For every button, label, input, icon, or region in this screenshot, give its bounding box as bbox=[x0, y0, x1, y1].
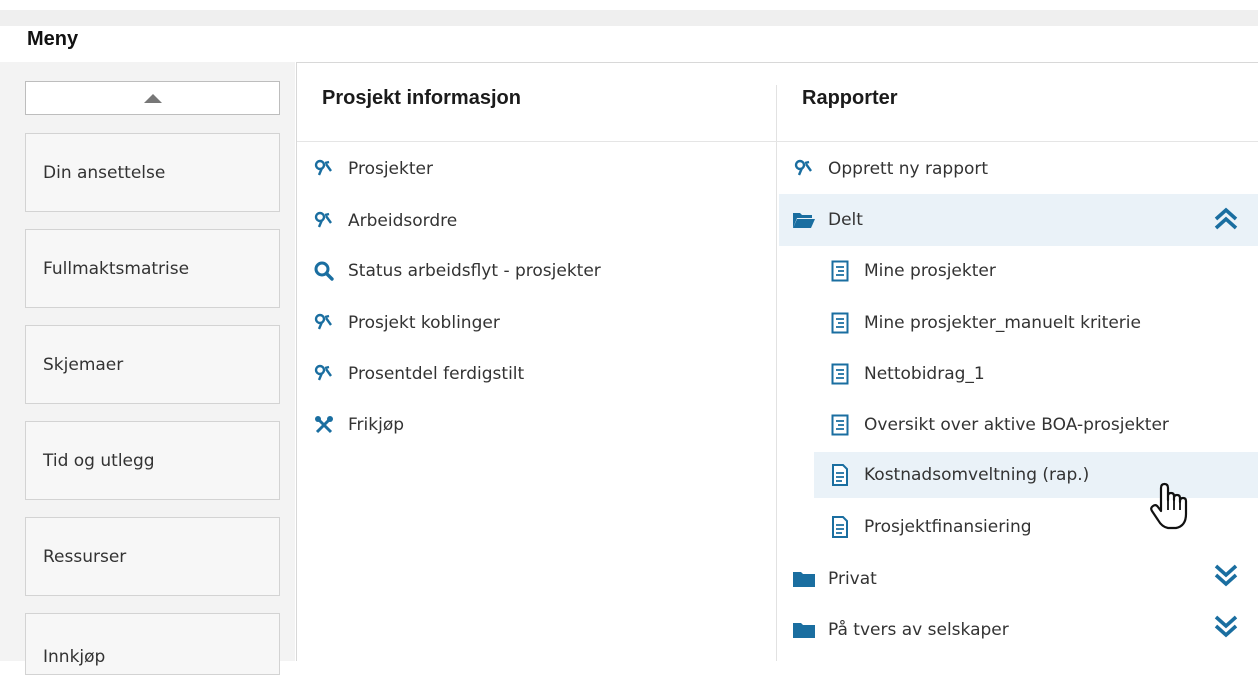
report-item-label: Kostnadsomveltning (rap.) bbox=[864, 465, 1090, 485]
document-icon bbox=[828, 515, 852, 539]
folder-icon bbox=[792, 618, 816, 642]
sidebar-item-label: Fullmaktsmatrise bbox=[43, 258, 190, 279]
folder-open-icon bbox=[792, 208, 816, 232]
tools-icon bbox=[312, 362, 336, 386]
folder-icon bbox=[792, 567, 816, 591]
report-item-oversikt-boa[interactable]: Oversikt over aktive BOA-prosjekter bbox=[828, 407, 1248, 443]
reports-heading: Rapporter bbox=[802, 87, 898, 109]
report-item-mine-prosjekter[interactable]: Mine prosjekter bbox=[828, 253, 1248, 289]
report-create-label: Opprett ny rapport bbox=[828, 159, 989, 179]
sidebar-item-skjemaer[interactable]: Skjemaer bbox=[25, 325, 280, 404]
wrench-cross-icon bbox=[312, 413, 336, 437]
report-item-label: Nettobidrag_1 bbox=[864, 364, 985, 384]
top-band bbox=[0, 10, 1258, 26]
report-item-label: Prosjektfinansiering bbox=[864, 517, 1032, 537]
report-create-new[interactable]: Opprett ny rapport bbox=[792, 151, 1252, 187]
sidebar-item-label: Ressurser bbox=[43, 546, 127, 567]
report-item-nettobidrag[interactable]: Nettobidrag_1 bbox=[828, 356, 1248, 392]
top-strip bbox=[0, 0, 1258, 10]
menu-title: Meny bbox=[27, 28, 79, 50]
folder-label: Delt bbox=[828, 210, 863, 230]
project-item-prosentdel-ferdigstilt[interactable]: Prosentdel ferdigstilt bbox=[312, 356, 772, 392]
tools-icon bbox=[792, 157, 816, 181]
sidebar-scroll-up-button[interactable] bbox=[25, 81, 280, 115]
project-item-label: Prosjekt koblinger bbox=[348, 313, 500, 333]
report-icon bbox=[828, 311, 852, 335]
chevron-double-down-icon[interactable] bbox=[1212, 612, 1240, 640]
chevron-double-down-icon[interactable] bbox=[1212, 561, 1240, 589]
sidebar-item-fullmaktsmatrise[interactable]: Fullmaktsmatrise bbox=[25, 229, 280, 308]
tools-icon bbox=[312, 157, 336, 181]
project-item-status-arbeidsflyt[interactable]: Status arbeidsflyt - prosjekter bbox=[312, 253, 772, 289]
report-item-label: Mine prosjekter_manuelt kriterie bbox=[864, 313, 1141, 333]
tools-icon bbox=[312, 209, 336, 233]
sidebar-item-ressurser[interactable]: Ressurser bbox=[25, 517, 280, 596]
report-icon bbox=[828, 413, 852, 437]
tools-icon bbox=[312, 311, 336, 335]
sidebar-item-label: Din ansettelse bbox=[43, 162, 166, 183]
project-item-label: Arbeidsordre bbox=[348, 211, 458, 231]
project-info-heading: Prosjekt informasjon bbox=[322, 87, 521, 109]
project-item-label: Frikjøp bbox=[348, 415, 405, 435]
project-item-label: Prosjekter bbox=[348, 159, 433, 179]
search-icon bbox=[312, 259, 336, 283]
report-item-label: Oversikt over aktive BOA-prosjekter bbox=[864, 415, 1169, 435]
column-divider bbox=[776, 85, 777, 661]
sidebar-item-label: Skjemaer bbox=[43, 354, 124, 375]
sidebar-item-label: Tid og utlegg bbox=[43, 450, 155, 471]
project-item-prosjekt-koblinger[interactable]: Prosjekt koblinger bbox=[312, 305, 772, 341]
project-item-prosjekter[interactable]: Prosjekter bbox=[312, 151, 772, 187]
header-divider bbox=[297, 141, 1258, 142]
report-item-label: Mine prosjekter bbox=[864, 261, 996, 281]
project-item-frikjop[interactable]: Frikjøp bbox=[312, 407, 772, 443]
document-icon bbox=[828, 463, 852, 487]
hand-cursor-icon bbox=[1148, 482, 1192, 532]
report-icon bbox=[828, 259, 852, 283]
project-item-label: Status arbeidsflyt - prosjekter bbox=[348, 261, 601, 281]
folder-delt[interactable]: Delt bbox=[779, 194, 1258, 246]
folder-privat[interactable]: Privat bbox=[792, 561, 1258, 597]
project-item-arbeidsordre[interactable]: Arbeidsordre bbox=[312, 203, 772, 239]
sidebar-item-tid-og-utlegg[interactable]: Tid og utlegg bbox=[25, 421, 280, 500]
sidebar-item-din-ansettelse[interactable]: Din ansettelse bbox=[25, 133, 280, 212]
folder-label: Privat bbox=[828, 569, 877, 589]
chevron-double-up-icon[interactable] bbox=[1212, 205, 1240, 233]
sidebar-item-innkjop[interactable]: Innkjøp bbox=[25, 613, 280, 675]
project-item-label: Prosentdel ferdigstilt bbox=[348, 364, 525, 384]
folder-label: På tvers av selskaper bbox=[828, 620, 1009, 640]
report-icon bbox=[828, 362, 852, 386]
triangle-up-icon bbox=[143, 93, 162, 103]
sidebar-item-label: Innkjøp bbox=[43, 647, 106, 667]
folder-pa-tvers-av-selskaper[interactable]: På tvers av selskaper bbox=[792, 612, 1258, 648]
report-item-mine-prosjekter-manuelt[interactable]: Mine prosjekter_manuelt kriterie bbox=[828, 305, 1248, 341]
